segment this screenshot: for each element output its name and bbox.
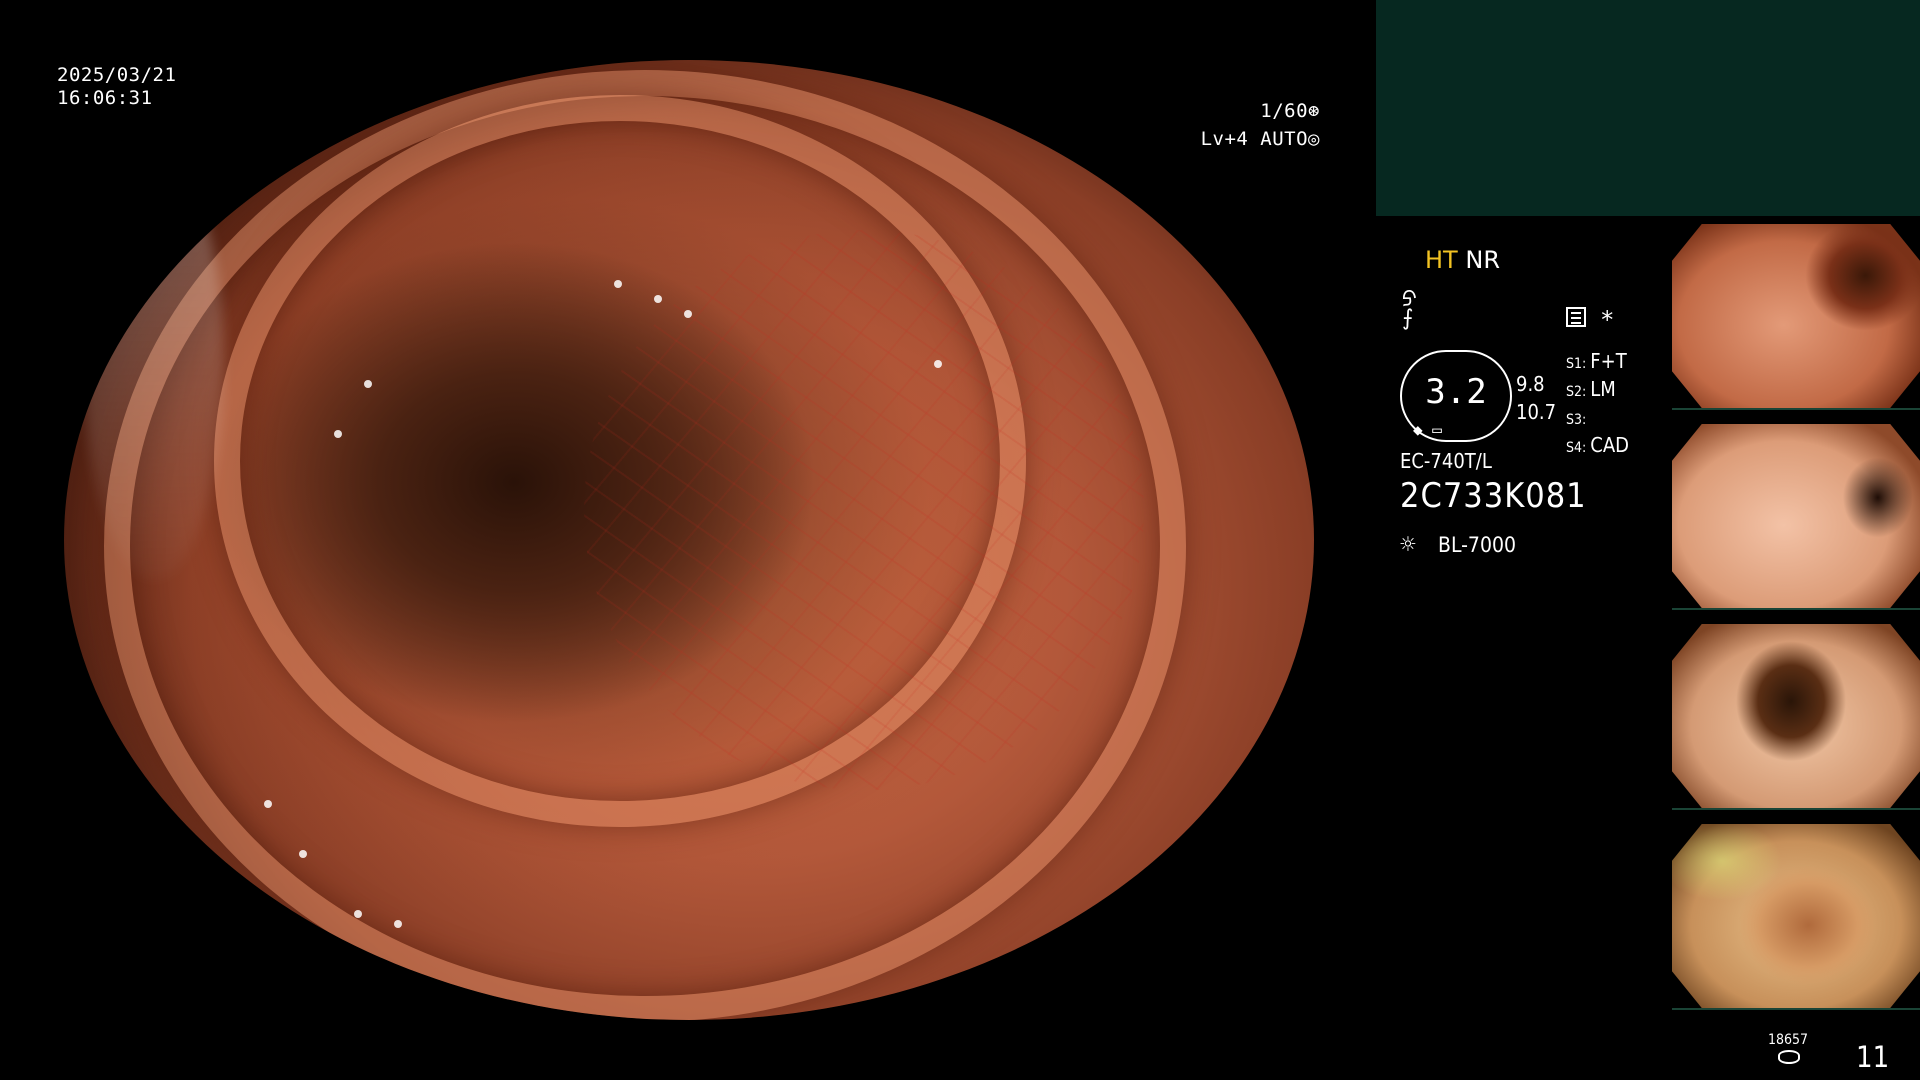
switch-s3: S3: [1566,412,1587,428]
captured-image-thumbnail[interactable] [1672,818,1920,1010]
datetime-display: 2025/03/21 16:06:31 [57,64,176,110]
specular-spot [354,910,362,918]
star-icon: * [1600,306,1615,334]
nr-mode-label: NR [1465,246,1500,274]
captured-image-thumbnail[interactable] [1672,418,1920,610]
storage-counter: 18657 [1767,1032,1809,1048]
endoscope-live-view [64,60,1314,1020]
specular-spot [614,280,622,288]
patient-info-panel [1376,0,1920,216]
thumbnail-image [1672,824,1920,1008]
shutter-speed: 1/60⊛ [1260,100,1320,122]
switch-s2: S2: LM [1566,377,1616,401]
time-text: 16:06:31 [57,87,153,109]
scope-serial-number: 2C733K081 [1400,476,1587,516]
gauge-lower-value: 10.7 [1516,400,1557,424]
scope-model: EC-740T/L [1400,449,1492,473]
specular-spot [684,310,692,318]
light-source-icon: ☼ [1400,530,1416,560]
captured-image-thumbnail[interactable] [1672,218,1920,410]
thumbnail-image [1672,224,1920,408]
specular-spot [334,430,342,438]
image-mode-indicator: HT NR [1425,246,1500,274]
captured-frame-count: 11 [1856,1040,1890,1074]
scope-switch-assignments: S1: F+T S2: LM S3: S4: CAD [1566,349,1629,461]
specular-spot [264,800,272,808]
storage-disk-icon [1778,1050,1800,1064]
thumbnail-image [1672,424,1920,608]
iris-level: Lv+4 AUTO◎ [1200,128,1320,150]
noise-reduction-icon: ⨍ [1402,306,1414,331]
scope-tool-icons: ◆ ▭ [1413,420,1442,439]
switch-s4: S4: CAD [1566,433,1629,457]
gauge-side-values: 9.8 10.7 [1516,370,1556,426]
scope-gauge-value: 3.2 [1425,372,1487,412]
ht-mode-label: HT [1425,246,1458,274]
vascular-pattern [584,230,1144,790]
specular-spot [299,850,307,858]
menu-list-icon [1566,307,1586,327]
specular-spot [934,360,942,368]
switch-s1: S1: F+T [1566,349,1627,373]
date-text: 2025/03/21 [57,64,177,86]
light-source-model: BL-7000 [1438,533,1517,557]
captured-image-thumbnail[interactable] [1672,618,1920,810]
thumbnail-image [1672,624,1920,808]
light-reflection [84,150,224,580]
specular-spot [394,920,402,928]
specular-spot [654,295,662,303]
gauge-upper-value: 9.8 [1516,372,1545,396]
specular-spot [364,380,372,388]
